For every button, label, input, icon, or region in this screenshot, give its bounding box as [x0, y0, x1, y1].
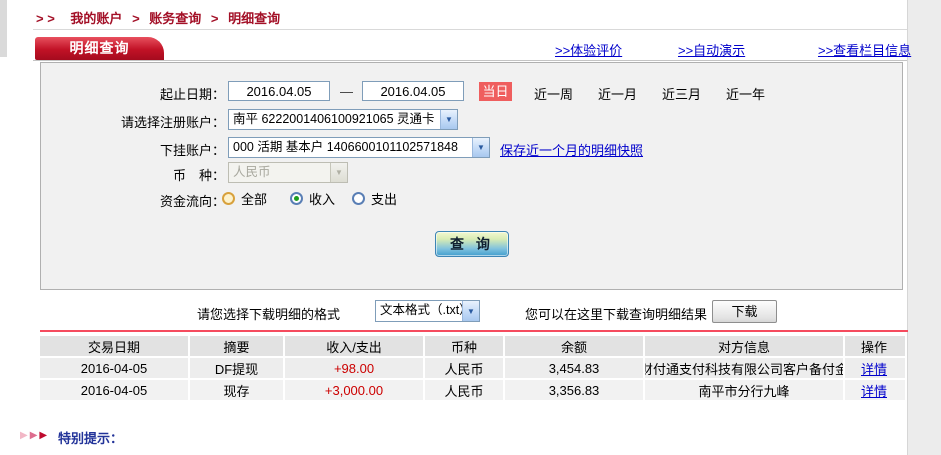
- cell-balance: 3,454.83: [505, 358, 645, 378]
- breadcrumb-link-account-inquiry[interactable]: 账务查询: [149, 11, 201, 26]
- sub-account-value: 000 活期 基本户 1406600101102571848: [233, 140, 458, 154]
- radio-icon: [222, 192, 235, 205]
- radio-label: 支出: [371, 192, 398, 207]
- cell-counterparty: 南平市分行九峰: [645, 380, 845, 400]
- breadcrumb-prefix: > >: [36, 11, 55, 26]
- breadcrumb-link-my-account[interactable]: 我的账户: [70, 11, 122, 26]
- cell-summary: 现存: [190, 380, 285, 400]
- dropdown-arrow-icon: ▼: [330, 163, 347, 182]
- header-counterparty: 对方信息: [645, 336, 845, 356]
- header-balance: 余额: [505, 336, 645, 356]
- tab-divider: [33, 60, 907, 61]
- cell-amount: +3,000.00: [285, 380, 425, 400]
- quick-range-week[interactable]: 近一周: [534, 84, 573, 103]
- currency-select: 人民币 ▼: [228, 162, 348, 183]
- detail-link[interactable]: 详情: [861, 359, 887, 378]
- header-date: 交易日期: [40, 336, 190, 356]
- page-left-edge: [0, 0, 7, 57]
- fund-flow-label: 资金流向：: [159, 194, 225, 209]
- table-row: 2016-04-05 DF提现 +98.00 人民币 3,454.83 财付通支…: [40, 358, 905, 378]
- quick-range-quarter[interactable]: 近三月: [662, 84, 701, 103]
- breadcrumb: > > 我的账户 > 账务查询 > 明细查询: [36, 11, 281, 26]
- date-from-input[interactable]: [228, 81, 330, 101]
- registered-account-select[interactable]: 南平 6222001406100921065 灵通卡 ▼: [228, 109, 458, 130]
- quick-range-month[interactable]: 近一月: [598, 84, 637, 103]
- cell-date: 2016-04-05: [40, 380, 190, 400]
- link-experience-rating[interactable]: >>体验评价: [555, 40, 622, 59]
- detail-link[interactable]: 详情: [861, 381, 887, 400]
- header-currency: 币种: [425, 336, 505, 356]
- save-snapshot-link[interactable]: 保存近一个月的明细快照: [500, 140, 643, 159]
- download-format-label: 请您选择下载明细的格式: [197, 307, 341, 322]
- dropdown-arrow-icon: ▼: [472, 138, 489, 157]
- radio-icon: [352, 192, 365, 205]
- breadcrumb-divider: [33, 29, 907, 30]
- dropdown-arrow-icon: ▼: [462, 301, 479, 321]
- registered-account-label: 请选择注册账户：: [120, 115, 225, 130]
- radio-label: 全部: [241, 192, 268, 207]
- cell-amount: +98.00: [285, 358, 425, 378]
- radio-flow-expense[interactable]: 支出: [352, 189, 397, 208]
- sub-account-label: 下挂账户：: [159, 143, 225, 158]
- header-amount: 收入/支出: [285, 336, 425, 356]
- table-header-row: 交易日期 摘要 收入/支出 币种 余额 对方信息 操作: [40, 336, 905, 356]
- download-format-select[interactable]: 文本格式（.txt） ▼: [375, 300, 480, 322]
- notice-arrows-icon: ▶▶▶: [20, 430, 50, 441]
- currency-value: 人民币: [233, 165, 271, 179]
- cell-summary: DF提现: [190, 358, 285, 378]
- header-action: 操作: [860, 339, 887, 355]
- cell-currency: 人民币: [425, 380, 505, 400]
- cell-counterparty: 财付通支付科技有限公司客户备付金: [645, 358, 845, 378]
- tab-label: 明细查询: [69, 40, 130, 56]
- radio-flow-all[interactable]: 全部: [222, 189, 267, 208]
- dropdown-arrow-icon: ▼: [440, 110, 457, 129]
- results-table: 交易日期 摘要 收入/支出 币种 余额 对方信息 操作 2016-04-05 D…: [40, 336, 905, 402]
- radio-checked-icon: [290, 192, 303, 205]
- table-row: 2016-04-05 现存 +3,000.00 人民币 3,356.83 南平市…: [40, 380, 905, 400]
- breadcrumb-link-detail-query[interactable]: 明细查询: [228, 11, 280, 26]
- date-range-separator: —: [340, 84, 353, 99]
- header-summary: 摘要: [190, 336, 285, 356]
- cell-date: 2016-04-05: [40, 358, 190, 378]
- page-right-gutter: [907, 0, 941, 455]
- special-notice-label: 特别提示：: [58, 431, 124, 446]
- download-format-select-wrap: 文本格式（.txt） ▼: [375, 300, 480, 322]
- cell-balance: 3,356.83: [505, 380, 645, 400]
- radio-flow-income[interactable]: 收入: [290, 189, 335, 208]
- sub-account-select[interactable]: 000 活期 基本户 1406600101102571848 ▼: [228, 137, 490, 158]
- download-button[interactable]: 下载: [712, 300, 777, 323]
- query-button[interactable]: 查 询: [435, 231, 509, 257]
- radio-label: 收入: [309, 192, 336, 207]
- quick-range-year[interactable]: 近一年: [726, 84, 765, 103]
- currency-label: 币 种：: [172, 168, 225, 183]
- download-format-value: 文本格式（.txt）: [380, 303, 462, 317]
- date-to-input[interactable]: [362, 81, 464, 101]
- cell-currency: 人民币: [425, 358, 505, 378]
- registered-account-value: 南平 6222001406100921065 灵通卡: [233, 112, 435, 126]
- link-auto-demo[interactable]: >>自动演示: [678, 40, 745, 59]
- link-view-column-info[interactable]: >>查看栏目信息: [818, 40, 911, 59]
- download-hint: 您可以在这里下载查询明细结果: [525, 307, 708, 322]
- date-range-label: 起止日期：: [159, 87, 225, 102]
- detail-query-page: > > 我的账户 > 账务查询 > 明细查询 明细查询 >>体验评价 >>自动演…: [0, 0, 941, 455]
- quick-range-today[interactable]: 当日: [479, 82, 512, 101]
- table-top-divider: [40, 330, 908, 332]
- tab-detail-query[interactable]: 明细查询: [35, 37, 164, 60]
